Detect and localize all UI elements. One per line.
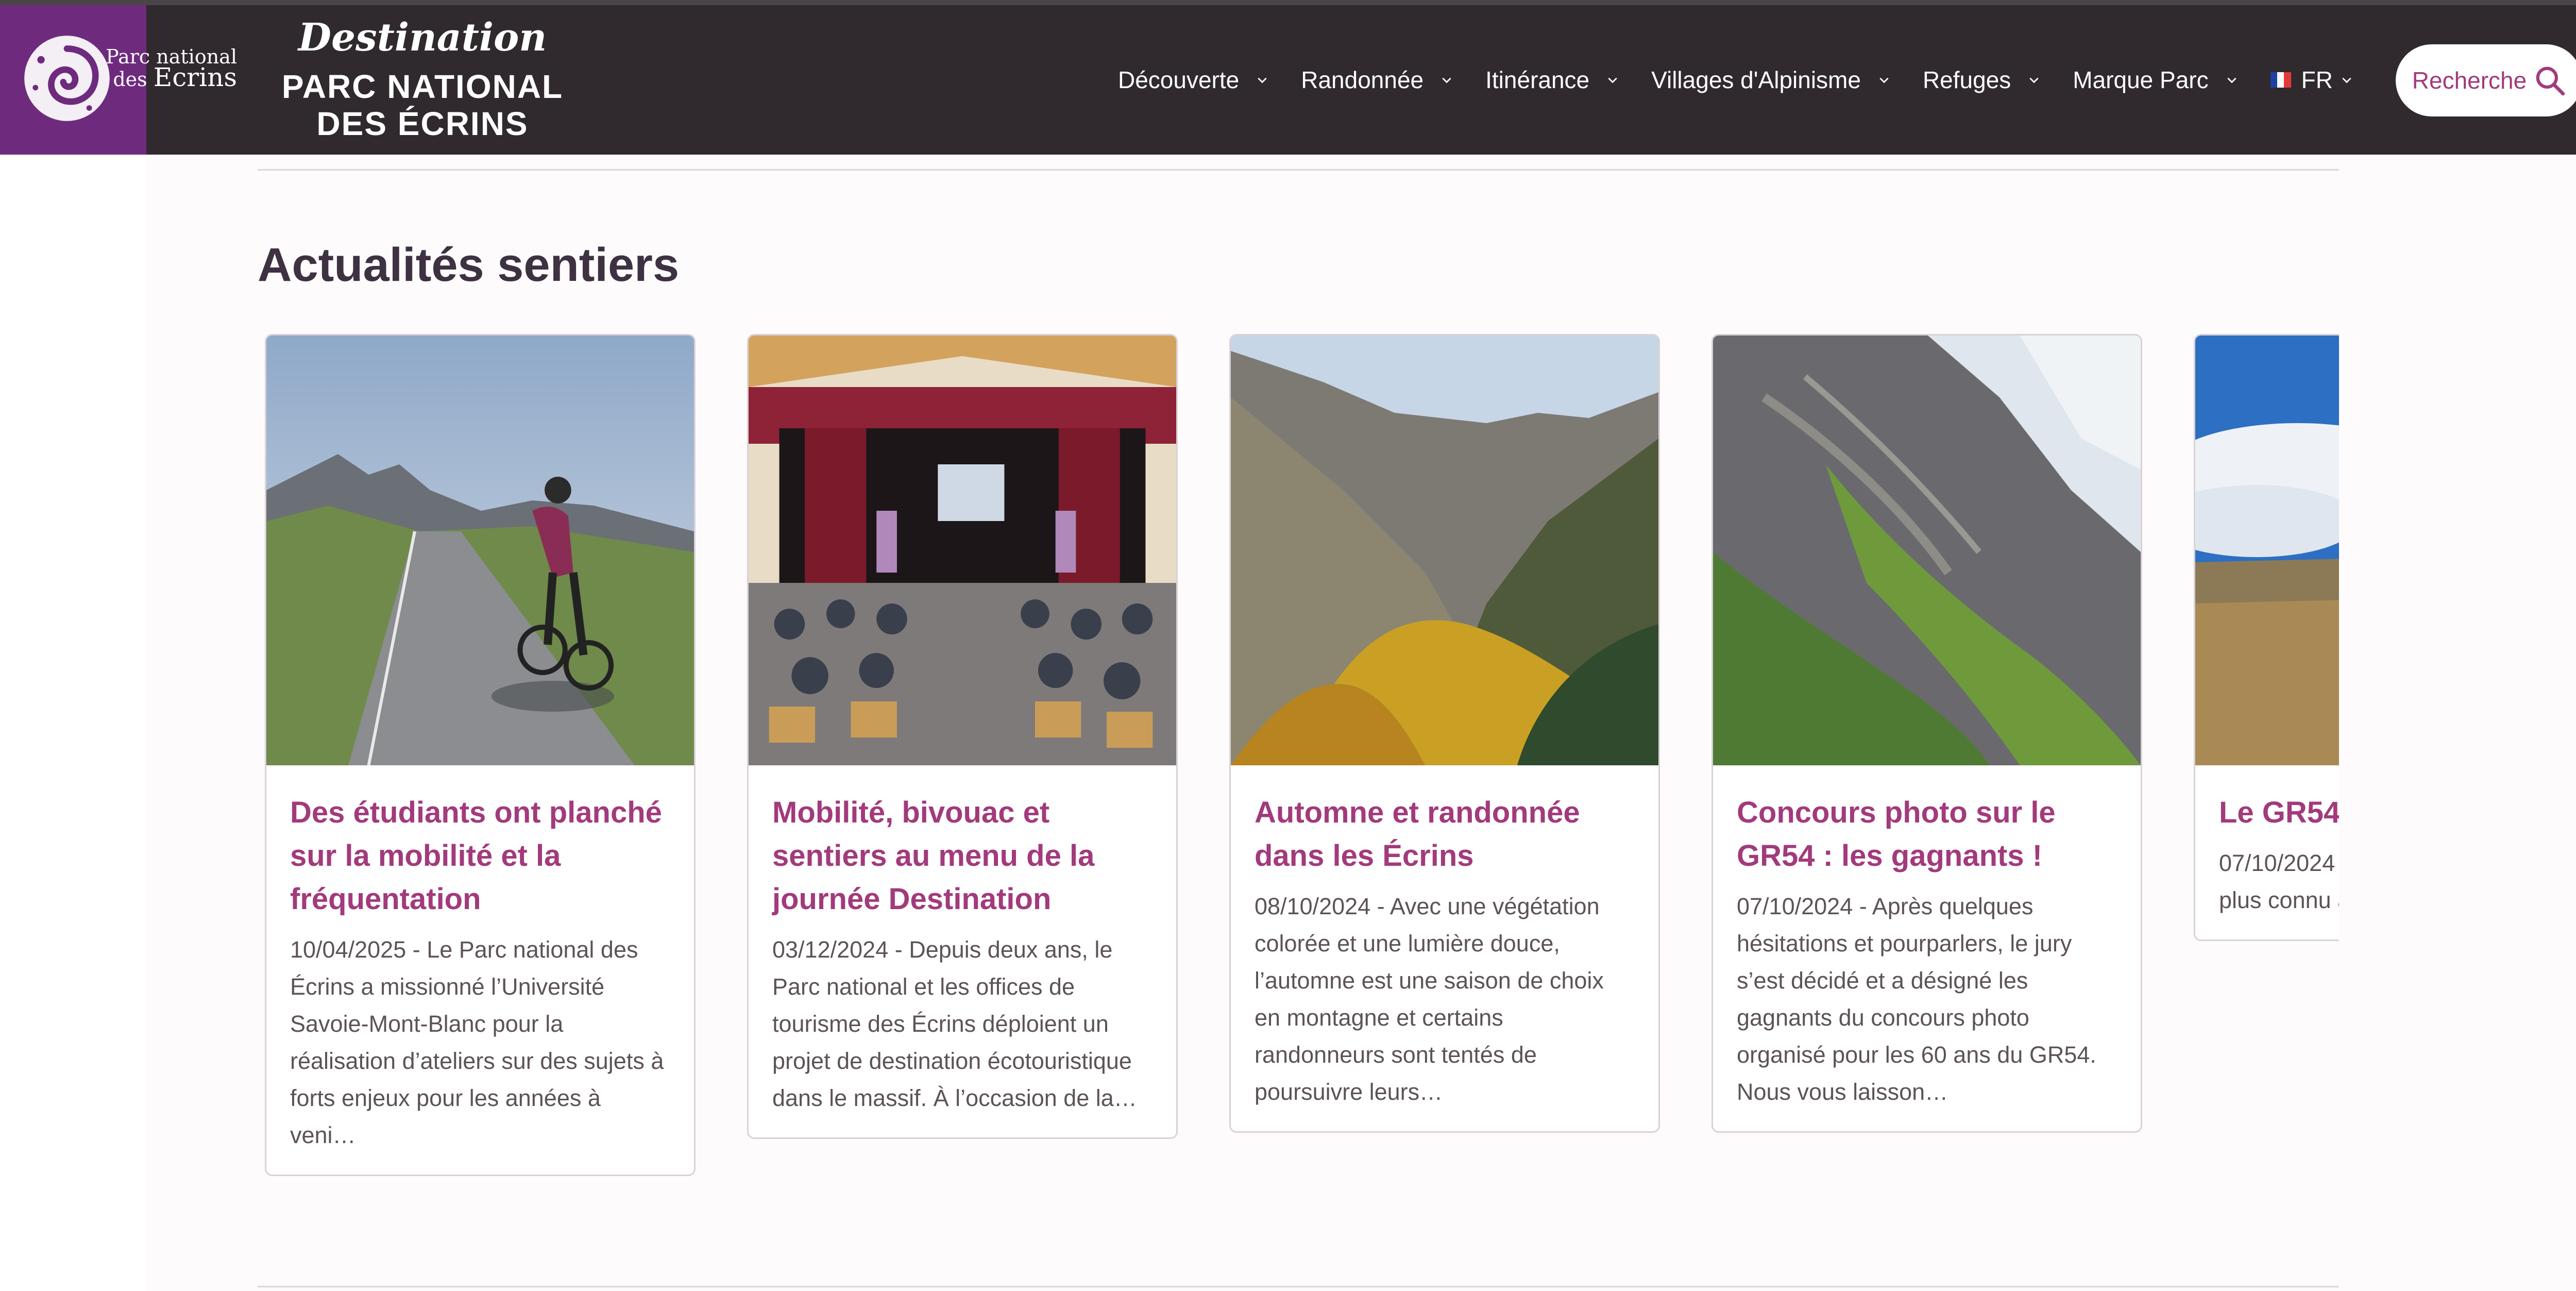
section-title: Actualités sentiers xyxy=(258,239,680,291)
news-card[interactable]: Des étudiants ont planché sur la mobilit… xyxy=(265,334,696,1176)
nav-item-label: Villages d'Alpinisme xyxy=(1651,66,1861,93)
chevron-down-icon xyxy=(1442,77,1451,83)
card-title[interactable]: Mobilité, bivouac et sentiers au menu de… xyxy=(772,791,1153,921)
logo-line2-name: Ecrins xyxy=(153,62,237,92)
card-excerpt: 03/12/2024 - Depuis deux ans, le Parc na… xyxy=(772,936,1137,1111)
news-card[interactable]: Mobilité, bivouac et sentiers au menu de… xyxy=(747,334,1178,1139)
card-body: Automne et randonnée dans les Écrins 08/… xyxy=(1231,765,1658,1131)
brand-script[interactable]: Destination xyxy=(268,15,577,60)
site-header: Parc national des Ecrins Destination PAR… xyxy=(0,5,2576,155)
chevron-down-icon xyxy=(2227,77,2236,83)
nav-item-marque-parc[interactable]: Marque Parc xyxy=(2073,66,2237,94)
card-body: Le GR54 a 07/10/2024 passionnés GR du To… xyxy=(2195,765,2339,940)
nav-item-itinerance[interactable]: Itinérance xyxy=(1485,66,1618,94)
news-card[interactable]: Concours photo sur le GR54 : les gagnant… xyxy=(1711,334,2142,1133)
card-excerpt: 07/10/2024 - Après quelques hésitations … xyxy=(1737,893,2096,1105)
nav-item-label: Itinérance xyxy=(1485,66,1590,93)
chevron-down-icon xyxy=(2342,77,2351,83)
chevron-down-icon xyxy=(1258,77,1267,83)
bottom-divider xyxy=(258,1286,2339,1287)
card-image-conference xyxy=(749,336,1176,765)
card-title[interactable]: Le GR54 a xyxy=(2219,791,2339,834)
news-carousel: Des étudiants ont planché sur la mobilit… xyxy=(258,330,2339,1206)
logo-text: Parc national des Ecrins xyxy=(103,46,237,90)
logo-line2-prefix: des xyxy=(113,68,147,91)
main-nav: Découverte Randonnée Itinérance Villages… xyxy=(1118,5,2385,155)
chevron-down-icon xyxy=(2029,77,2039,83)
card-excerpt: 10/04/2025 - Le Parc national des Écrins… xyxy=(290,936,664,1148)
park-logo[interactable]: Parc national des Ecrins xyxy=(0,5,237,155)
nav-item-label: Randonnée xyxy=(1301,66,1424,93)
search-button[interactable]: Recherche xyxy=(2396,44,2576,116)
language-label: FR xyxy=(2301,66,2333,93)
french-flag-icon xyxy=(2270,72,2291,88)
chevron-down-icon xyxy=(1879,77,1889,83)
news-card[interactable]: Le GR54 a 07/10/2024 passionnés GR du To… xyxy=(2194,334,2339,941)
card-title[interactable]: Automne et randonnée dans les Écrins xyxy=(1255,791,1635,878)
nav-item-randonnee[interactable]: Randonnée xyxy=(1301,66,1452,94)
top-divider xyxy=(258,169,2339,171)
card-title[interactable]: Concours photo sur le GR54 : les gagnant… xyxy=(1737,791,2117,878)
nav-item-decouverte[interactable]: Découverte xyxy=(1118,66,1268,94)
news-card[interactable]: Automne et randonnée dans les Écrins 08/… xyxy=(1229,334,1660,1133)
language-selector[interactable]: FR xyxy=(2270,66,2352,94)
nav-item-label: Marque Parc xyxy=(2073,66,2209,93)
brand-title[interactable]: PARC NATIONAL DES ÉCRINS xyxy=(258,68,587,142)
card-image-autumn-valley xyxy=(1231,336,1658,765)
nav-item-villages-alpinisme[interactable]: Villages d'Alpinisme xyxy=(1651,66,1890,94)
search-icon xyxy=(2536,66,2565,96)
card-body: Des étudiants ont planché sur la mobilit… xyxy=(266,765,694,1175)
card-image-cyclist xyxy=(266,336,694,765)
card-body: Concours photo sur le GR54 : les gagnant… xyxy=(1713,765,2141,1131)
card-excerpt: 07/10/2024 passionnés GR du Tour plus co… xyxy=(2219,850,2339,913)
card-title[interactable]: Des étudiants ont planché sur la mobilit… xyxy=(290,791,670,921)
browser-top-strip xyxy=(0,0,2576,5)
nav-item-label: Découverte xyxy=(1118,66,1240,93)
nav-item-label: Refuges xyxy=(1922,66,2011,93)
card-body: Mobilité, bivouac et sentiers au menu de… xyxy=(749,765,1176,1137)
card-image-sky-plateau xyxy=(2195,336,2339,765)
card-image-mountain-slopes xyxy=(1713,336,2141,765)
brand-title-line1: PARC NATIONAL xyxy=(281,68,564,105)
chevron-down-icon xyxy=(1608,77,1617,83)
brand-title-line2: DES ÉCRINS xyxy=(316,105,529,142)
search-label: Recherche xyxy=(2412,67,2527,94)
nav-item-refuges[interactable]: Refuges xyxy=(1923,66,2040,94)
card-excerpt: 08/10/2024 - Avec une végétation colorée… xyxy=(1255,893,1604,1105)
swirl-logo-icon xyxy=(24,36,110,121)
